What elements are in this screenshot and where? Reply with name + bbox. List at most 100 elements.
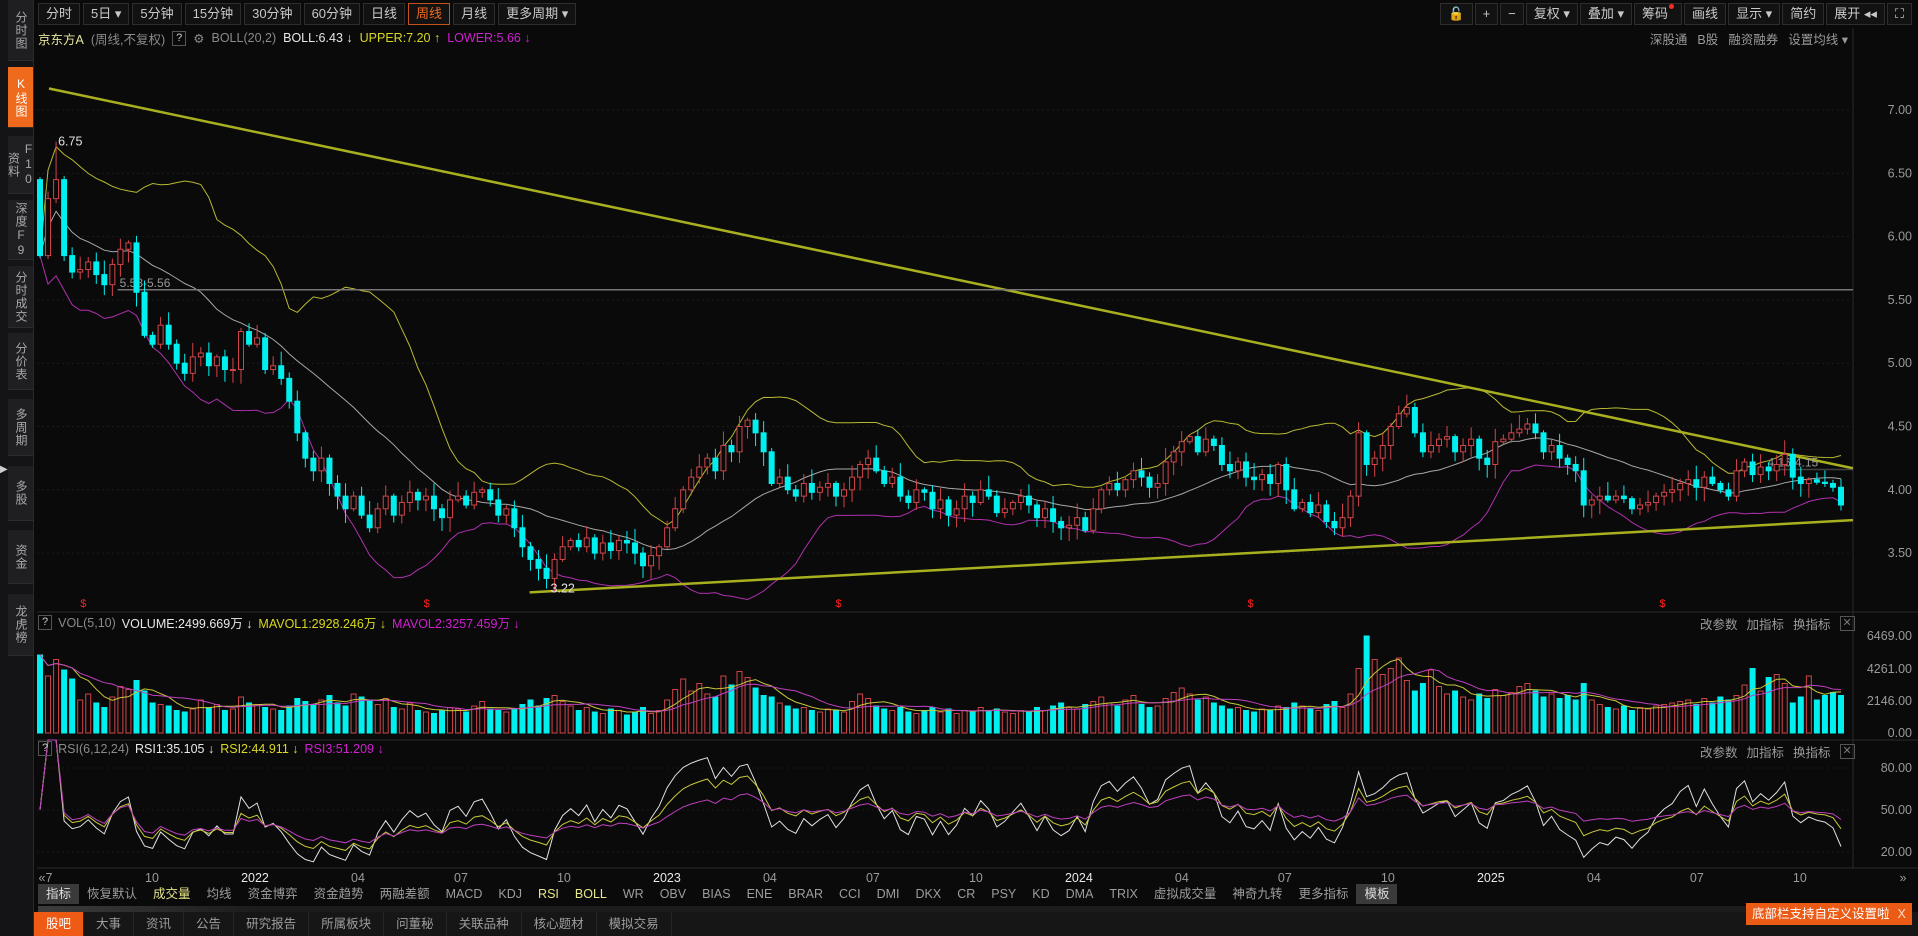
candle[interactable] [430, 495, 437, 510]
volume-bar[interactable] [1001, 711, 1008, 734]
candle[interactable] [1773, 463, 1780, 472]
candle[interactable] [1234, 461, 1241, 472]
candle[interactable] [1500, 438, 1507, 443]
candle[interactable] [422, 495, 429, 501]
volume-bar[interactable] [1427, 669, 1434, 734]
candle[interactable] [1275, 463, 1282, 484]
volume-bar[interactable] [816, 711, 823, 734]
candle[interactable] [1339, 517, 1346, 529]
candle[interactable] [181, 362, 188, 374]
candle[interactable] [728, 444, 735, 453]
volume-bar[interactable] [1556, 698, 1563, 734]
candle[interactable] [1315, 504, 1322, 514]
volume-bar[interactable] [559, 701, 566, 734]
scroll-right-icon[interactable]: » [1900, 871, 1907, 885]
candle[interactable] [929, 491, 936, 510]
candle[interactable] [1082, 517, 1089, 531]
candle[interactable] [567, 539, 574, 548]
indicator-tab-4[interactable]: 资金博弈 [240, 884, 306, 904]
candle[interactable] [1540, 432, 1547, 453]
volume-bar[interactable] [181, 711, 188, 734]
candle[interactable] [1604, 495, 1611, 501]
volume-bar[interactable] [752, 687, 759, 734]
indicator-tab-20[interactable]: PSY [983, 884, 1024, 904]
volume-bar[interactable] [680, 678, 687, 734]
candle[interactable] [1371, 457, 1378, 465]
bottom-tab-1[interactable]: 大事 [84, 912, 135, 936]
candle[interactable] [945, 499, 952, 516]
candle[interactable] [334, 482, 341, 497]
indicator-tab-24[interactable]: 虚拟成交量 [1146, 884, 1225, 904]
volume-bar[interactable] [1379, 674, 1386, 734]
candle[interactable] [1202, 438, 1209, 453]
candle[interactable] [1347, 495, 1354, 519]
indicator-tab-22[interactable]: DMA [1058, 884, 1102, 904]
candle[interactable] [221, 356, 228, 371]
volume-bar[interactable] [1323, 704, 1330, 734]
candle[interactable] [189, 356, 196, 374]
candle[interactable] [1548, 444, 1555, 453]
volume-bar[interactable] [969, 711, 976, 734]
candle[interactable] [1307, 501, 1314, 514]
volume-bar[interactable] [511, 708, 518, 734]
indicator-tab-15[interactable]: BRAR [780, 884, 831, 904]
volume-bar[interactable] [527, 699, 534, 734]
volume-bar[interactable] [1524, 683, 1531, 734]
candle[interactable] [1106, 482, 1113, 491]
candle[interactable] [1813, 479, 1820, 483]
candle[interactable] [326, 457, 333, 484]
candle[interactable] [993, 495, 1000, 514]
volume-bar[interactable] [165, 705, 172, 734]
volume-bar[interactable] [1484, 698, 1491, 734]
indicator-tab-27[interactable]: 模板 [1356, 884, 1398, 904]
volume-bar[interactable] [800, 707, 807, 734]
candle[interactable] [109, 263, 116, 286]
candle[interactable] [1701, 476, 1708, 488]
volume-bar[interactable] [567, 705, 574, 734]
candle[interactable] [1050, 508, 1057, 522]
volume-bar[interactable] [342, 705, 349, 734]
volume-bar[interactable] [1508, 692, 1515, 734]
volume-bar[interactable] [1500, 695, 1507, 734]
volume-bar[interactable] [1540, 696, 1547, 734]
volume-bar[interactable] [615, 710, 622, 734]
candle[interactable] [1363, 432, 1370, 465]
indicator-tab-19[interactable]: CR [949, 884, 983, 904]
bottom-tab-5[interactable]: 所属板块 [309, 912, 385, 936]
candle[interactable] [1468, 438, 1475, 446]
candle[interactable] [1267, 474, 1274, 484]
candle[interactable] [1427, 444, 1434, 453]
volume-bar[interactable] [1604, 707, 1611, 734]
candle[interactable] [1693, 479, 1700, 488]
volume-bar[interactable] [1138, 704, 1145, 734]
volume-bar[interactable] [1532, 690, 1539, 734]
candle[interactable] [262, 337, 269, 371]
candle[interactable] [1074, 517, 1081, 526]
candle[interactable] [985, 489, 992, 497]
indicator-tab-18[interactable]: DKX [907, 884, 949, 904]
candle[interactable] [865, 457, 872, 465]
close-icon[interactable]: ✕ [1839, 616, 1855, 631]
candle[interactable] [302, 432, 309, 459]
candle[interactable] [551, 558, 558, 579]
candle[interactable] [1323, 504, 1330, 522]
volume-bar[interactable] [792, 708, 799, 734]
candle[interactable] [648, 555, 655, 567]
candle[interactable] [1419, 432, 1426, 453]
volume-bar[interactable] [1452, 690, 1459, 734]
candle[interactable] [1122, 479, 1129, 491]
candle[interactable] [1516, 428, 1523, 434]
candle[interactable] [1838, 486, 1844, 506]
volume-bar[interactable] [1315, 710, 1322, 734]
candle[interactable] [318, 457, 325, 472]
candle[interactable] [1797, 476, 1804, 484]
volume-bar[interactable] [1476, 693, 1483, 734]
candle[interactable] [969, 495, 976, 503]
volume-bar[interactable] [623, 714, 630, 734]
candle[interactable] [1243, 461, 1250, 478]
volume-bar[interactable] [1218, 705, 1225, 734]
candle[interactable] [808, 482, 815, 493]
volume-bar[interactable] [1749, 668, 1756, 734]
candle[interactable] [101, 274, 108, 286]
close-icon[interactable]: ✕ [1839, 744, 1855, 759]
